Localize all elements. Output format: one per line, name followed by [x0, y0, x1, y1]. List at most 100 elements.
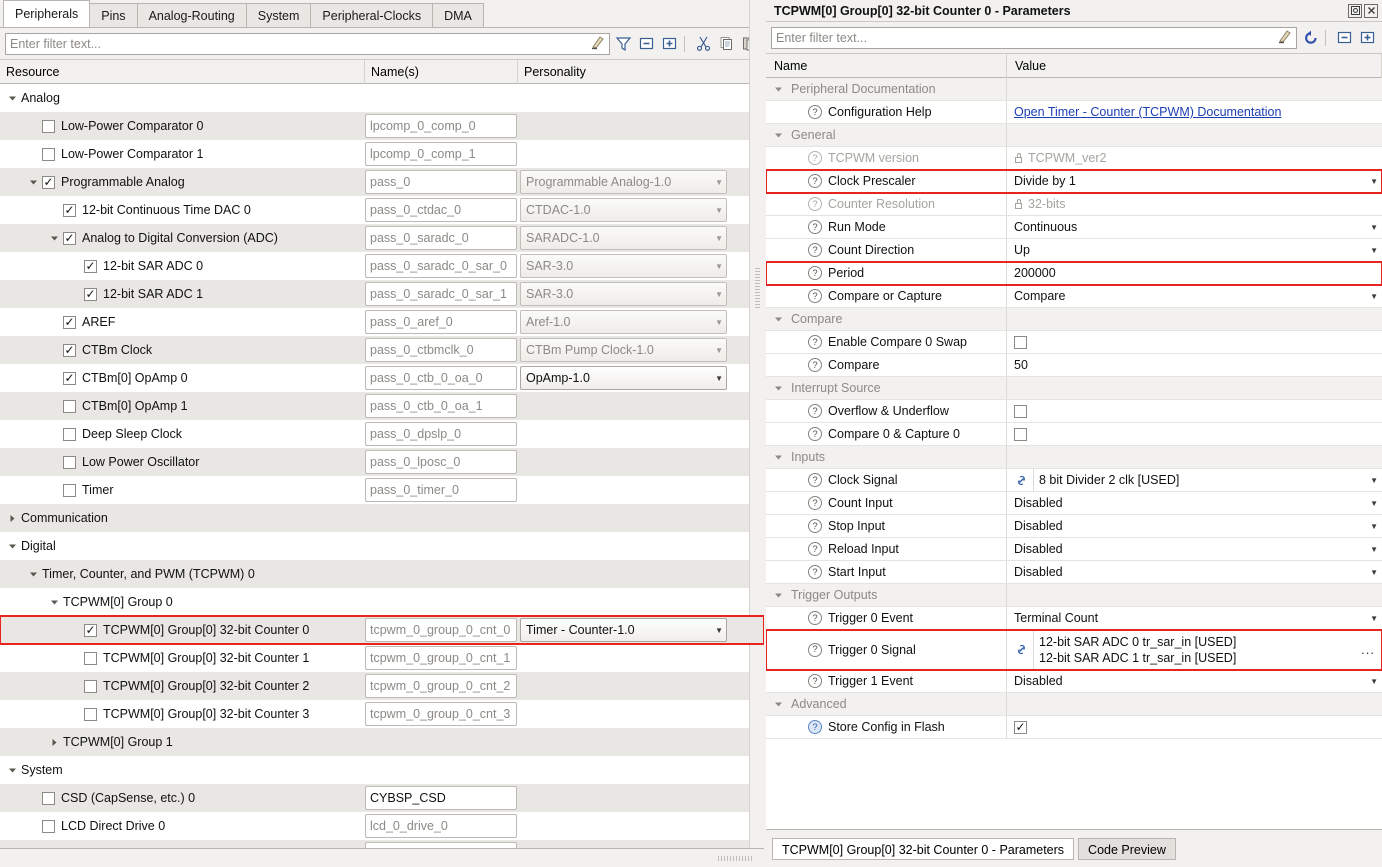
chevron-down-icon[interactable]	[6, 92, 19, 105]
resource-enable-checkbox[interactable]: ✓	[63, 231, 76, 245]
tree-group-row[interactable]: Digital	[0, 532, 764, 560]
chevron-down-icon[interactable]	[6, 540, 19, 553]
parameter-dropdown[interactable]: Disabled ▼	[1009, 539, 1382, 560]
parameter-row[interactable]: ? Trigger 0 Signal 12-bit SAR ADC 0 tr_sar…	[766, 629, 1382, 671]
personality-dropdown[interactable]: CTDAC-1.0 ▼	[520, 198, 727, 222]
signal-list[interactable]: 12-bit SAR ADC 0 tr_sar_in [USED] 12-bit …	[1034, 634, 1354, 666]
personality-dropdown[interactable]: Timer - Counter-1.0 ▼	[520, 618, 727, 642]
parameter-section-row[interactable]: Inputs	[766, 446, 1382, 469]
chevron-down-icon[interactable]: ▼	[715, 346, 723, 355]
help-icon[interactable]: ?	[808, 519, 822, 533]
chevron-down-icon[interactable]	[772, 129, 785, 142]
parameter-section-row[interactable]: Advanced	[766, 693, 1382, 716]
chevron-down-icon[interactable]	[27, 176, 40, 189]
chevron-down-icon[interactable]	[772, 382, 785, 395]
resource-name-input[interactable]: pass_0_saradc_0	[365, 226, 517, 250]
tree-item-row[interactable]: ✓ 12-bit Continuous Time DAC 0 pass_0_ctda…	[0, 196, 764, 224]
parameter-row[interactable]: ? Compare 0 & Capture 0 ✓	[766, 423, 1382, 446]
parameter-row[interactable]: ? Run Mode Continuous ▼	[766, 216, 1382, 239]
documentation-link[interactable]: Open Timer - Counter (TCPWM) Documentati…	[1009, 105, 1281, 119]
parameter-row[interactable]: ? Compare or Capture Compare ▼	[766, 285, 1382, 308]
chevron-down-icon[interactable]: ▼	[1370, 177, 1378, 186]
help-icon[interactable]: ?	[808, 289, 822, 303]
parameters-list[interactable]: Peripheral Documentation? Configuration H…	[766, 78, 1382, 829]
resource-name-input[interactable]: CYBSP_CSD	[365, 786, 517, 810]
parameter-section-row[interactable]: Compare	[766, 308, 1382, 331]
resource-enable-checkbox[interactable]: ✓	[84, 623, 97, 637]
help-icon[interactable]: ?	[808, 404, 822, 418]
personality-dropdown[interactable]: SARADC-1.0 ▼	[520, 226, 727, 250]
chevron-down-icon[interactable]	[772, 698, 785, 711]
resource-name-input[interactable]: pass_0_ctbmclk_0	[365, 338, 517, 362]
chevron-down-icon[interactable]	[48, 232, 61, 245]
resource-enable-checkbox[interactable]: ✓	[84, 651, 97, 665]
resource-enable-checkbox[interactable]: ✓	[84, 287, 97, 301]
bottom-tab-code-preview[interactable]: Code Preview	[1078, 837, 1176, 860]
chevron-down-icon[interactable]	[6, 764, 19, 777]
tree-item-row[interactable]: ✓ AREF pass_0_aref_0 Aref-1.0 ▼	[0, 308, 764, 336]
resource-enable-checkbox[interactable]: ✓	[63, 427, 76, 441]
parameter-checkbox[interactable]: ✓	[1014, 335, 1027, 349]
parameter-filter-input[interactable]: Enter filter text...	[771, 26, 1297, 49]
resource-name-input[interactable]: lcd_0_drive_0	[365, 814, 517, 838]
parameter-section-row[interactable]: Peripheral Documentation	[766, 78, 1382, 101]
parameter-row[interactable]: ? Configuration Help Open Timer - Counter …	[766, 101, 1382, 124]
tree-group-row[interactable]: Analog	[0, 84, 764, 112]
resource-name-input[interactable]: pass_0_ctdac_0	[365, 198, 517, 222]
chevron-down-icon[interactable]: ▼	[1370, 476, 1378, 485]
help-icon[interactable]: ?	[808, 674, 822, 688]
left-panel-scroll-track[interactable]	[749, 0, 766, 867]
collapse-all-icon[interactable]	[1335, 28, 1354, 47]
chevron-down-icon[interactable]	[48, 596, 61, 609]
expand-all-icon[interactable]	[1358, 28, 1377, 47]
chevron-down-icon[interactable]: ▼	[715, 262, 723, 271]
tab-dma[interactable]: DMA	[432, 3, 484, 27]
copy-icon[interactable]	[717, 34, 736, 53]
tree-item-row[interactable]: ✓ 12-bit SAR ADC 0 pass_0_saradc_0_sar_0 SA…	[0, 252, 764, 280]
help-icon[interactable]: ?	[808, 427, 822, 441]
tab-analog-routing[interactable]: Analog-Routing	[136, 3, 247, 27]
resource-name-input[interactable]: pass_0_saradc_0_sar_0	[365, 254, 517, 278]
parameter-dropdown[interactable]: Divide by 1 ▼	[1009, 171, 1382, 192]
resize-grip[interactable]	[718, 856, 752, 861]
cut-icon[interactable]	[694, 34, 713, 53]
tree-item-row[interactable]: ✓ TCPWM[0] Group[0] 32-bit Counter 2 tcpwm…	[0, 672, 764, 700]
tree-item-row[interactable]: ✓ 12-bit SAR ADC 1 pass_0_saradc_0_sar_1 SA…	[0, 280, 764, 308]
resource-enable-checkbox[interactable]: ✓	[84, 259, 97, 273]
parameter-row[interactable]: ? Clock Prescaler Divide by 1 ▼	[766, 169, 1382, 194]
resource-name-input[interactable]: lpcomp_0_comp_0	[365, 114, 517, 138]
chevron-down-icon[interactable]: ▼	[715, 626, 723, 635]
resource-filter-input[interactable]: Enter filter text...	[5, 32, 610, 55]
chevron-right-icon[interactable]	[6, 512, 19, 525]
parameter-row[interactable]: ? Stop Input Disabled ▼	[766, 515, 1382, 538]
chevron-down-icon[interactable]: ▼	[715, 318, 723, 327]
chevron-down-icon[interactable]	[772, 589, 785, 602]
help-icon[interactable]: ?	[808, 243, 822, 257]
resource-enable-checkbox[interactable]: ✓	[63, 343, 76, 357]
parameter-row[interactable]: ? Compare 50	[766, 354, 1382, 377]
tree-item-row[interactable]: ✓ CTBm[0] OpAmp 0 pass_0_ctb_0_oa_0 OpAmp-1…	[0, 364, 764, 392]
refresh-icon[interactable]	[1301, 28, 1320, 47]
parameter-row[interactable]: ? Period 200000	[766, 261, 1382, 286]
chevron-down-icon[interactable]: ▼	[715, 178, 723, 187]
resource-enable-checkbox[interactable]: ✓	[42, 119, 55, 133]
help-icon[interactable]: ?	[808, 565, 822, 579]
tree-item-row[interactable]: ✓ Programmable Analog pass_0 Programmable A…	[0, 168, 764, 196]
resource-name-input[interactable]: tcpwm_0_group_0_cnt_2	[365, 674, 517, 698]
parameter-dropdown[interactable]: Disabled ▼	[1009, 671, 1382, 692]
help-icon[interactable]: ?	[808, 358, 822, 372]
parameter-dropdown[interactable]: Terminal Count ▼	[1009, 608, 1382, 629]
tree-group-row[interactable]: TCPWM[0] Group 0	[0, 588, 764, 616]
tree-item-row[interactable]: ✓ LCD Direct Drive 0 lcd_0_drive_0	[0, 812, 764, 840]
parameter-checkbox[interactable]: ✓	[1014, 720, 1027, 734]
parameter-row[interactable]: ? Start Input Disabled ▼	[766, 561, 1382, 584]
resource-enable-checkbox[interactable]: ✓	[63, 315, 76, 329]
parameter-dropdown[interactable]: Continuous ▼	[1009, 217, 1382, 238]
parameter-row[interactable]: ? Store Config in Flash ✓	[766, 716, 1382, 739]
resource-name-input[interactable]: pass_0_aref_0	[365, 310, 517, 334]
resource-enable-checkbox[interactable]: ✓	[84, 707, 97, 721]
parameter-text-input[interactable]: 50	[1009, 358, 1382, 372]
parameter-row[interactable]: ? Trigger 1 Event Disabled ▼	[766, 670, 1382, 693]
chevron-down-icon[interactable]: ▼	[1370, 292, 1378, 301]
chevron-down-icon[interactable]: ▼	[1370, 223, 1378, 232]
